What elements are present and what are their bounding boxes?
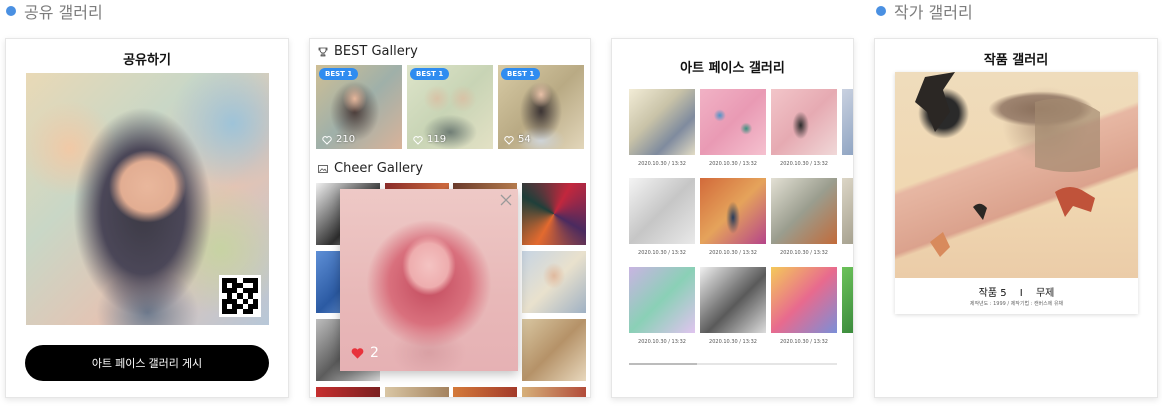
popup-like-count[interactable]: 2 — [350, 345, 379, 361]
cheer-item[interactable] — [316, 387, 380, 397]
work-meta: 제작년도 : 1999 / 제작기법 : 캔버스에 유채 — [969, 301, 1064, 307]
best-badge: BEST 1 — [410, 68, 450, 80]
photo-image — [771, 267, 837, 333]
photo-image — [700, 267, 766, 333]
best-item-1[interactable]: BEST 1 210 — [316, 65, 402, 149]
work-name: 작품 5 — [978, 288, 1007, 299]
photo-image — [842, 267, 853, 333]
heart-filled-icon — [351, 348, 364, 359]
photo-item[interactable]: 2020.10.30 / 13:32 — [700, 89, 766, 169]
photo-date: 2020.10.30 / 13:32 — [638, 339, 686, 345]
best-badge: BEST 1 — [501, 68, 541, 80]
photo-date: 2020.10.30 / 13:32 — [709, 339, 757, 345]
photo-date: 2020.10.30 / 13:32 — [638, 250, 686, 256]
photo-image — [629, 178, 695, 244]
photo-item[interactable]: 2020.10.30 / 13:32 — [771, 178, 837, 258]
section-label-shared: 공유 갤러리 — [6, 0, 103, 22]
popup-like-value: 2 — [370, 345, 379, 361]
like-count[interactable]: 119 — [413, 134, 446, 145]
artface-gallery-card: 아트 페이스 갤러리 2020.10.30 / 13:32 2020.10.30… — [611, 38, 854, 398]
photo-date: 2020.10.30 / 13:32 — [709, 250, 757, 256]
shared-artwork-image — [26, 73, 269, 325]
photo-item[interactable]: 2020.10.30 / 13:32 — [771, 89, 837, 169]
photo-image — [842, 89, 853, 155]
photo-image — [700, 89, 766, 155]
heart-outline-icon — [322, 135, 332, 145]
heart-outline-icon — [413, 135, 423, 145]
photo-item[interactable]: 2020.10.30 / 13:32 — [629, 178, 695, 258]
share-card: 공유하기 아트 페이스 갤러리 게시 — [5, 38, 289, 398]
photo-date: 2020.10.30 / 13:32 — [709, 161, 757, 167]
like-count[interactable]: 210 — [322, 134, 355, 145]
section-title-artist: 작가 갤러리 — [894, 3, 973, 22]
photo-item[interactable]: 2020.10.30 / 13:32 — [629, 267, 695, 347]
work-item[interactable]: 작품 5 I 무제 제작년도 : 1999 / 제작기법 : 캔버스에 유채 — [895, 72, 1138, 314]
cheer-preview-popup: 2 — [340, 189, 518, 371]
cheer-preview-image — [340, 189, 518, 371]
photo-item[interactable] — [842, 89, 853, 169]
section-title-shared: 공유 갤러리 — [24, 3, 103, 22]
photo-image — [629, 89, 695, 155]
artwork-figures — [915, 72, 1100, 257]
photo-image — [700, 178, 766, 244]
scrollbar-thumb[interactable] — [629, 363, 697, 365]
photo-image — [842, 178, 853, 244]
photo-item[interactable]: 2020.10.30 / 13:32 — [700, 267, 766, 347]
photo-item[interactable]: 2020.10.30 / 13:32 — [700, 178, 766, 258]
share-card-title: 공유하기 — [123, 53, 171, 68]
cheer-item[interactable] — [522, 251, 586, 313]
photo-item[interactable]: 2020.10.30 / 13:32 — [629, 89, 695, 169]
image-icon — [318, 164, 328, 173]
photo-date: 2020.10.30 / 13:32 — [780, 339, 828, 345]
photo-date: 2020.10.30 / 13:32 — [780, 161, 828, 167]
cheer-item[interactable] — [522, 183, 586, 245]
cheer-item[interactable] — [522, 319, 586, 381]
best-badge: BEST 1 — [319, 68, 359, 80]
photo-date: 2020.10.30 / 13:32 — [780, 250, 828, 256]
trophy-icon — [318, 47, 328, 56]
like-count-value: 54 — [518, 134, 531, 145]
photo-item[interactable] — [842, 178, 853, 258]
like-count-value: 210 — [336, 134, 356, 145]
like-count-value: 119 — [427, 134, 447, 145]
photo-image — [771, 89, 837, 155]
work-subtitle: 무제 — [1035, 288, 1055, 299]
work-gallery-card: 작품 갤러리 작품 5 I 무제 제작년도 : 1999 / 제작기법 : 캔버… — [874, 38, 1158, 398]
work-separator: I — [1019, 288, 1023, 299]
heart-outline-icon — [504, 135, 514, 145]
best-gallery-heading: BEST Gallery — [318, 44, 418, 59]
photo-date: 2020.10.30 / 13:32 — [638, 161, 686, 167]
work-title-row: 작품 5 I 무제 — [895, 284, 1138, 299]
horizontal-scrollbar[interactable] — [629, 363, 837, 365]
cheer-gallery-title: Cheer Gallery — [334, 161, 424, 176]
cheer-item[interactable] — [522, 387, 586, 397]
cheer-gallery-heading: Cheer Gallery — [318, 161, 423, 176]
bullet-dot-icon — [876, 6, 886, 16]
section-label-artist: 작가 갤러리 — [876, 0, 973, 22]
work-image — [895, 72, 1138, 278]
photo-image — [629, 267, 695, 333]
best-item-3[interactable]: BEST 1 54 — [498, 65, 584, 149]
post-to-artface-gallery-button[interactable]: 아트 페이스 갤러리 게시 — [25, 345, 269, 381]
cheer-item[interactable] — [453, 387, 517, 397]
best-gallery-title: BEST Gallery — [334, 44, 418, 59]
gallery-card: BEST Gallery BEST 1 210 BEST 1 119 BEST … — [309, 38, 591, 398]
qr-code-icon[interactable] — [219, 275, 261, 317]
bullet-dot-icon — [6, 6, 16, 16]
cheer-item[interactable] — [385, 387, 449, 397]
photo-item[interactable] — [842, 267, 853, 347]
best-item-2[interactable]: BEST 1 119 — [407, 65, 493, 149]
like-count[interactable]: 54 — [504, 134, 531, 145]
close-icon[interactable] — [499, 193, 513, 207]
photo-item[interactable]: 2020.10.30 / 13:32 — [771, 267, 837, 347]
artface-card-title: 아트 페이스 갤러리 — [680, 61, 785, 76]
work-card-title: 작품 갤러리 — [983, 53, 1049, 68]
photo-image — [771, 178, 837, 244]
